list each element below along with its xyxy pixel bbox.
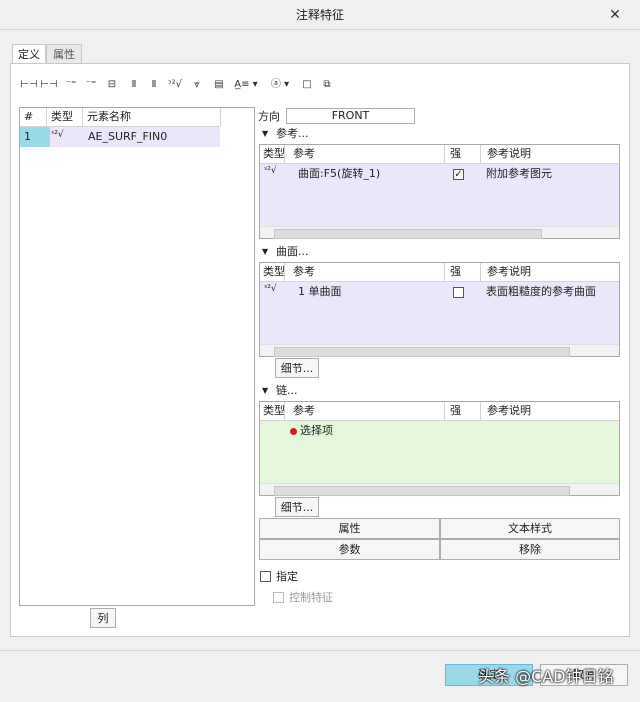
surfaces-details-button[interactable]: 细节...	[275, 358, 319, 378]
scroll-thumb[interactable]	[274, 347, 570, 357]
table-row[interactable]: 1 ᵌ²√ AE_SURF_FIN0	[20, 127, 220, 147]
close-icon[interactable]: ✕	[606, 6, 624, 24]
table-row[interactable]: ᵌ²√ 1 单曲面 表面粗糙度的参考曲面	[260, 282, 619, 302]
bullet-icon	[290, 428, 297, 435]
chains-table: 类型 参考 强 参考说明 选择项	[259, 401, 620, 496]
col-type: 类型	[263, 147, 285, 160]
surfaces-table: 类型 参考 强 参考说明 ᵌ²√ 1 单曲面 表面粗糙度的参考曲面	[259, 262, 620, 357]
collapse-icon[interactable]: ▼	[262, 383, 268, 399]
horizontal-scrollbar[interactable]	[260, 226, 619, 239]
col-ref-desc: 参考说明	[480, 402, 627, 420]
footer-divider	[0, 650, 640, 651]
reference-desc: 附加参考图元	[486, 167, 552, 180]
header-divider	[220, 108, 221, 126]
surfaces-header: 类型 参考 强 参考说明	[260, 263, 619, 282]
scroll-thumb[interactable]	[274, 229, 542, 239]
copy-icon[interactable]: ⧉	[318, 76, 336, 94]
elements-header: # 类型 元素名称	[20, 108, 220, 127]
watermark: 头条 @CAD钟日铭	[478, 667, 614, 686]
chains-label[interactable]: 链...	[276, 383, 298, 399]
references-header: 类型 参考 强 参考说明	[260, 145, 619, 164]
datum-feature-icon[interactable]: ⊟	[103, 76, 121, 94]
col-type: 类型	[263, 404, 285, 417]
strong-checkbox[interactable]: ✓	[453, 169, 464, 180]
surface-value: 1 单曲面	[298, 285, 342, 298]
window-title: 注释特征	[295, 8, 344, 22]
gtol-icon[interactable]: ⁻⁼	[82, 76, 100, 94]
references-label[interactable]: 参考...	[276, 126, 309, 142]
tab-properties[interactable]: 属性	[46, 44, 82, 64]
select-box-icon[interactable]: □	[298, 76, 316, 94]
col-type: 类型	[263, 265, 285, 278]
chains-details-button[interactable]: 细节...	[275, 497, 319, 517]
dimension-icon[interactable]: ⊢⊣	[20, 76, 38, 94]
strong-checkbox[interactable]	[453, 287, 464, 298]
col-element-name: 元素名称	[82, 108, 225, 126]
tab-definition[interactable]: 定义	[12, 44, 46, 64]
tolerance-icon[interactable]: ⁻⁼	[62, 76, 80, 94]
col-ref-desc: 参考说明	[480, 145, 627, 163]
annotation-dropdown-icon[interactable]: ⓐ ▾	[266, 76, 294, 94]
element-name: AE_SURF_FIN0	[88, 130, 168, 143]
col-ref-desc: 参考说明	[480, 263, 627, 281]
col-type: 类型	[46, 108, 87, 126]
horizontal-scrollbar[interactable]	[260, 344, 619, 357]
chains-collector[interactable]: 选择项	[260, 421, 619, 483]
chains-header: 类型 参考 强 参考说明	[260, 402, 619, 421]
properties-button[interactable]: 属性	[259, 518, 440, 539]
surfaces-label[interactable]: 曲面...	[276, 244, 309, 260]
references-table: 类型 参考 强 参考说明 ᵌ²√ 曲面:F5(旋转_1) ✓ 附加参考图元	[259, 144, 620, 239]
scroll-thumb[interactable]	[274, 486, 570, 496]
datum-target-icon[interactable]: Ⅱ	[145, 76, 163, 94]
collapse-icon[interactable]: ▼	[262, 126, 268, 142]
symbol-icon[interactable]: ⩔	[188, 76, 206, 94]
table-icon[interactable]: Ⅱ	[125, 76, 143, 94]
specify-checkbox[interactable]	[260, 571, 271, 582]
surface-finish-icon: ᵌ²√	[51, 130, 64, 140]
reference-value: 曲面:F5(旋转_1)	[298, 167, 381, 180]
chains-placeholder: 选择项	[300, 424, 333, 437]
note-icon[interactable]: ▤	[210, 76, 228, 94]
col-reference: 参考	[284, 402, 451, 420]
elements-table: # 类型 元素名称 1 ᵌ²√ AE_SURF_FIN0	[19, 107, 255, 606]
parameters-button[interactable]: 参数	[259, 539, 440, 560]
control-feature-checkbox[interactable]	[273, 592, 284, 603]
column-button[interactable]: 列	[90, 608, 116, 628]
remove-button[interactable]: 移除	[440, 539, 620, 560]
col-reference: 参考	[284, 145, 451, 163]
text-style-dropdown-icon[interactable]: A̲≡ ▾	[232, 76, 260, 94]
row-number: 1	[20, 127, 50, 147]
surface-finish-icon[interactable]: ᵌ²√	[164, 76, 186, 94]
direction-label: 方向	[258, 110, 280, 123]
ordinate-dimension-icon[interactable]: ⊢⊣	[40, 76, 58, 94]
text-style-button[interactable]: 文本样式	[440, 518, 620, 539]
direction-field[interactable]: FRONT	[286, 108, 415, 124]
specify-label: 指定	[276, 570, 298, 583]
col-reference: 参考	[284, 263, 451, 281]
surface-desc: 表面粗糙度的参考曲面	[486, 285, 596, 298]
table-row[interactable]: ᵌ²√ 曲面:F5(旋转_1) ✓ 附加参考图元	[260, 164, 619, 184]
collapse-icon[interactable]: ▼	[262, 244, 268, 260]
control-feature-label: 控制特征	[289, 591, 333, 604]
horizontal-scrollbar[interactable]	[260, 483, 619, 496]
